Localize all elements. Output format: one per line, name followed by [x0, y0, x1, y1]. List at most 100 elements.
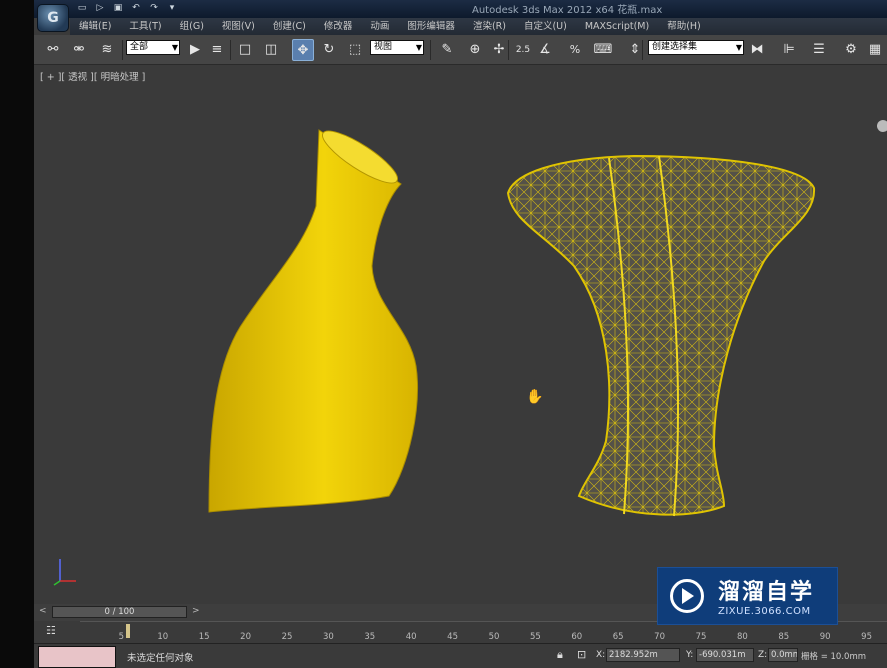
edit-named-sel-button[interactable]: ✎ — [436, 39, 458, 61]
frame-tick-label: 5 — [118, 632, 125, 642]
grid-size: 栅格 = 10.0mm — [801, 652, 867, 662]
frame-tick-label: 55 — [529, 632, 541, 642]
dropdown-icon[interactable]: ▾ — [166, 2, 178, 14]
slider-next-icon[interactable]: > — [192, 606, 200, 616]
select-rotate-icon: ↻ — [323, 42, 335, 57]
y-label: Y: — [686, 650, 694, 660]
axis-gizmo-icon — [53, 559, 76, 586]
absolute-mode-icon[interactable]: ⊡ — [577, 648, 586, 661]
menu-item-11[interactable]: 帮助(H) — [658, 18, 710, 35]
render-setup-button[interactable]: ⚙ — [840, 39, 862, 61]
save-icon[interactable]: ▣ — [112, 2, 124, 14]
manipulate-icon: ✢ — [493, 42, 505, 57]
link-icon: ⚯ — [47, 42, 59, 57]
mirror-icon: ⧓ — [750, 42, 764, 57]
menu-item-9[interactable]: 自定义(U) — [515, 18, 576, 35]
select-scale-icon: ⬚ — [348, 42, 362, 57]
selection-filter-value: 全部 — [130, 42, 149, 52]
open-icon[interactable]: ▷ — [94, 2, 106, 14]
rect-region-button[interactable]: □ — [234, 39, 256, 61]
mirror-button[interactable]: ⧓ — [746, 39, 768, 61]
select-object-icon: ▶ — [190, 42, 200, 57]
menu-item-2[interactable]: 组(G) — [171, 18, 213, 35]
unlink-button[interactable]: ⚮ — [68, 39, 90, 61]
render-frame-button[interactable]: ▦ — [864, 39, 886, 61]
align-icon: ⊫ — [783, 42, 795, 57]
percent-snap-button[interactable]: % — [564, 39, 586, 61]
snap-toggle-button[interactable]: 2.5 — [512, 39, 534, 61]
window-crossing-icon: ◫ — [264, 42, 278, 57]
wireframe-vase[interactable] — [506, 154, 816, 517]
menu-item-8[interactable]: 渲染(R) — [464, 18, 515, 35]
new-icon[interactable]: ▭ — [76, 2, 88, 14]
lock-icon[interactable]: 🔒︎ — [557, 648, 563, 662]
named-selection-dropdown[interactable]: 创建选择集 ▼ — [648, 40, 744, 55]
layer-button[interactable]: ☰ — [808, 39, 830, 61]
x-coordinate-field[interactable]: 2182.952m — [606, 648, 680, 662]
menu-item-5[interactable]: 修改器 — [315, 18, 362, 35]
solid-vase[interactable] — [208, 123, 418, 513]
viewcube-icon[interactable] — [877, 120, 887, 132]
select-by-name-icon: ≡ — [211, 42, 223, 57]
frame-tick-label: 65 — [612, 632, 624, 642]
reference-coord-dropdown[interactable]: 视图 ▼ — [370, 40, 424, 55]
manipulate-button[interactable]: ✢ — [488, 39, 510, 61]
frame-tick-label: 15 — [198, 632, 210, 642]
x-label: X: — [596, 650, 606, 660]
select-scale-button[interactable]: ⬚ — [344, 39, 366, 61]
edit-named-sel-icon: ✎ — [441, 42, 453, 57]
redo-icon[interactable]: ↷ — [148, 2, 160, 14]
spinner-snap-icon: ⇕ — [629, 42, 641, 57]
menu-bar: 编辑(E) 工具(T) 组(G) 视图(V) 创建(C) 修改器 动画 图形编辑器 渲染(R) 自… — [70, 18, 887, 35]
keyboard-shortcut-button[interactable]: ⌨ — [592, 39, 614, 61]
frame-tick-label: 70 — [654, 632, 666, 642]
app-window: Autodesk 3ds Max 2012 x64 花瓶.max ▭ ▷ ▣ ↶ ↷ ▾ … — [0, 0, 887, 668]
menu-item-0[interactable]: 编辑(E) — [70, 18, 120, 35]
frame-tick-label: 35 — [364, 632, 376, 642]
menu-item-6[interactable]: 动画 — [361, 18, 398, 35]
link-button[interactable]: ⚯ — [42, 39, 64, 61]
select-rotate-button[interactable]: ↻ — [318, 39, 340, 61]
viewport-label[interactable]: [ + ][ 透视 ][ 明暗处理 ] — [40, 69, 145, 83]
menu-item-10[interactable]: MAXScript(M) — [576, 18, 658, 35]
chevron-down-icon: ▼ — [415, 43, 422, 52]
slider-prev-icon[interactable]: < — [39, 606, 47, 616]
render-setup-icon: ⚙ — [845, 42, 857, 57]
menu-item-4[interactable]: 创建(C) — [264, 18, 315, 35]
z-coordinate-field[interactable]: 0.0mm — [768, 648, 798, 662]
chevron-down-icon: ▼ — [735, 43, 742, 52]
menu-item-1[interactable]: 工具(T) — [120, 18, 170, 35]
watermark-logo: 溜溜自学 ZIXUE.3066.COM — [657, 567, 838, 625]
align-button[interactable]: ⊫ — [778, 39, 800, 61]
application-button[interactable]: G — [37, 4, 69, 32]
y-coordinate-field[interactable]: -690.031m — [696, 648, 754, 662]
maxscript-listener[interactable] — [38, 646, 116, 668]
snap-label: 2.5 — [515, 45, 531, 55]
curve-editor-icon[interactable]: ☷ — [46, 624, 56, 637]
frame-tick-label: 50 — [488, 632, 500, 642]
frame-tick-label: 80 — [736, 632, 748, 642]
selection-filter-dropdown[interactable]: 全部 ▼ — [126, 40, 180, 55]
status-message: 未选定任何对象 — [127, 653, 194, 664]
current-frame-marker[interactable] — [126, 624, 130, 638]
frame-tick-label: 75 — [695, 632, 707, 642]
toolbar-separator — [642, 40, 643, 60]
angle-snap-button[interactable]: ∡ — [534, 39, 556, 61]
toolbar-separator — [430, 40, 431, 60]
select-move-button[interactable]: ✥ — [292, 39, 314, 61]
frame-tick-label: 30 — [322, 632, 334, 642]
perspective-viewport[interactable] — [34, 66, 887, 604]
render-frame-icon: ▦ — [868, 42, 882, 57]
select-object-button[interactable]: ▶ — [184, 39, 206, 61]
pivot-button[interactable]: ⊕ — [464, 39, 486, 61]
pan-cursor-icon: ✋ — [526, 389, 544, 405]
bind-spacewarp-button[interactable]: ≋ — [96, 39, 118, 61]
window-crossing-button[interactable]: ◫ — [260, 39, 282, 61]
toolbar-separator — [122, 40, 123, 60]
select-by-name-button[interactable]: ≡ — [206, 39, 228, 61]
undo-icon[interactable]: ↶ — [130, 2, 142, 14]
menu-item-7[interactable]: 图形编辑器 — [398, 18, 464, 35]
menu-item-3[interactable]: 视图(V) — [213, 18, 264, 35]
bind-spacewarp-icon: ≋ — [101, 42, 113, 57]
time-slider-thumb[interactable]: 0 / 100 — [52, 606, 187, 618]
